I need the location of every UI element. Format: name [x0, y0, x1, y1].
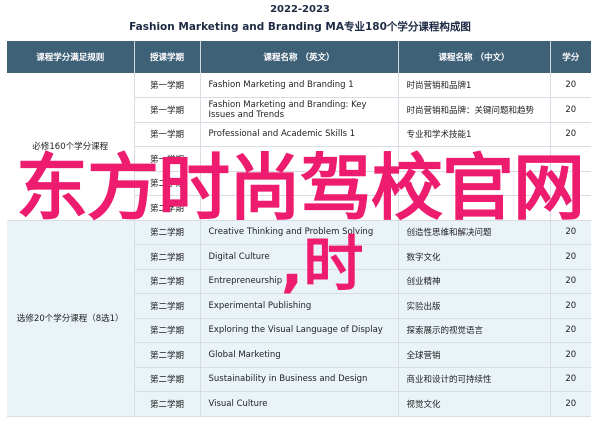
column-header-credits: 学分: [550, 41, 591, 73]
credits-cell: [550, 171, 591, 196]
table-row: 选修20个学分课程（8选1） 第二学期 Creative Thinking and …: [7, 220, 591, 417]
table-header-row: 课程学分满足规则 授课学期 课程名称 （英文） 课程名称 （中文） 学分: [7, 41, 591, 73]
semester-cell: 第一学期: [134, 73, 201, 98]
course-name-cn: 全球营销: [398, 342, 551, 368]
credits-cell: 20: [550, 367, 591, 392]
course-name-en: Fashion Marketing and Branding 1: [200, 73, 399, 98]
semester-cell: 第二学期: [134, 220, 201, 245]
course-name-en: Experimental Publishing: [200, 293, 399, 319]
course-name-cn: 创业精神: [398, 269, 551, 294]
course-name-cn: 视觉文化: [398, 391, 551, 417]
semester-cell: 第二学期: [134, 269, 201, 294]
group-label: 选修20个学分课程（8选1）: [7, 220, 135, 417]
page-title: Fashion Marketing and Branding MA专业180个学…: [129, 21, 471, 33]
credits-cell: 20: [550, 73, 591, 98]
semester-cell: 第一学期: [134, 97, 201, 123]
semester-cell: 第二学期: [134, 391, 201, 417]
course-name-en: Fashion Marketing and Branding: Key Issu…: [200, 97, 399, 123]
column-header-name-cn: 课程名称 （中文）: [398, 41, 551, 73]
course-name-cn: [398, 171, 551, 196]
course-name-en: [200, 171, 399, 196]
course-table: 课程学分满足规则 授课学期 课程名称 （英文） 课程名称 （中文） 学分 必修1…: [7, 41, 591, 417]
semester-cell: 第二学期: [134, 244, 201, 270]
course-name-en: [200, 146, 399, 172]
column-header-semester: 授课学期: [134, 41, 201, 73]
course-name-cn: 时尚营销和品牌1: [398, 73, 551, 98]
table-row: 必修160个学分课程 第一学期 Fashion Marketing and Bran…: [7, 73, 591, 221]
course-name-en: Visual Culture: [200, 391, 399, 417]
course-name-cn: [398, 146, 551, 172]
credits-cell: 20: [550, 293, 591, 319]
course-name-en: Sustainability in Business and Design: [200, 367, 399, 392]
course-name-cn: 数字文化: [398, 244, 551, 270]
semester-cell: 第二学期: [134, 171, 201, 196]
semester-cell: 第二学期: [134, 318, 201, 343]
course-name-en: Exploring the Visual Language of Display: [200, 318, 399, 343]
credits-cell: 20: [550, 244, 591, 270]
course-name-cn: [398, 195, 551, 221]
course-name-en: [200, 195, 399, 221]
column-header-rule: 课程学分满足规则: [7, 41, 135, 73]
credits-cell: 20: [550, 97, 591, 123]
credits-cell: 20: [550, 122, 591, 147]
page-header: 2022-2023 Fashion Marketing and Branding…: [0, 0, 600, 40]
semester-cell: 第二学期: [134, 195, 201, 221]
course-name-cn: 探索展示的视觉语言: [398, 318, 551, 343]
credits-cell: 20: [550, 342, 591, 368]
course-name-en: Global Marketing: [200, 342, 399, 368]
course-name-cn: 商业和设计的可持续性: [398, 367, 551, 392]
credits-cell: 20: [550, 391, 591, 417]
course-name-cn: 实验出版: [398, 293, 551, 319]
semester-cell: 第一学期: [134, 146, 201, 172]
course-name-cn: 创造性思维和解决问题: [398, 220, 551, 245]
credits-cell: [550, 195, 591, 221]
course-name-en: Creative Thinking and Problem Solving: [200, 220, 399, 245]
credits-cell: 20: [550, 220, 591, 245]
credits-cell: 20: [550, 269, 591, 294]
semester-cell: 第二学期: [134, 293, 201, 319]
course-name-cn: 专业和学术技能1: [398, 122, 551, 147]
course-name-en: Entrepreneurship: [200, 269, 399, 294]
semester-cell: 第一学期: [134, 122, 201, 147]
group-label: 必修160个学分课程: [7, 73, 135, 221]
semester-cell: 第二学期: [134, 367, 201, 392]
column-header-name-en: 课程名称 （英文）: [200, 41, 399, 73]
page-year: 2022-2023: [270, 4, 330, 15]
course-name-en: Professional and Academic Skills 1: [200, 122, 399, 147]
credits-cell: 20: [550, 318, 591, 343]
semester-cell: 第二学期: [134, 342, 201, 368]
course-name-en: Digital Culture: [200, 244, 399, 270]
course-name-cn: 时尚营销和品牌：关键问题和趋势: [398, 97, 551, 123]
credits-cell: [550, 146, 591, 172]
